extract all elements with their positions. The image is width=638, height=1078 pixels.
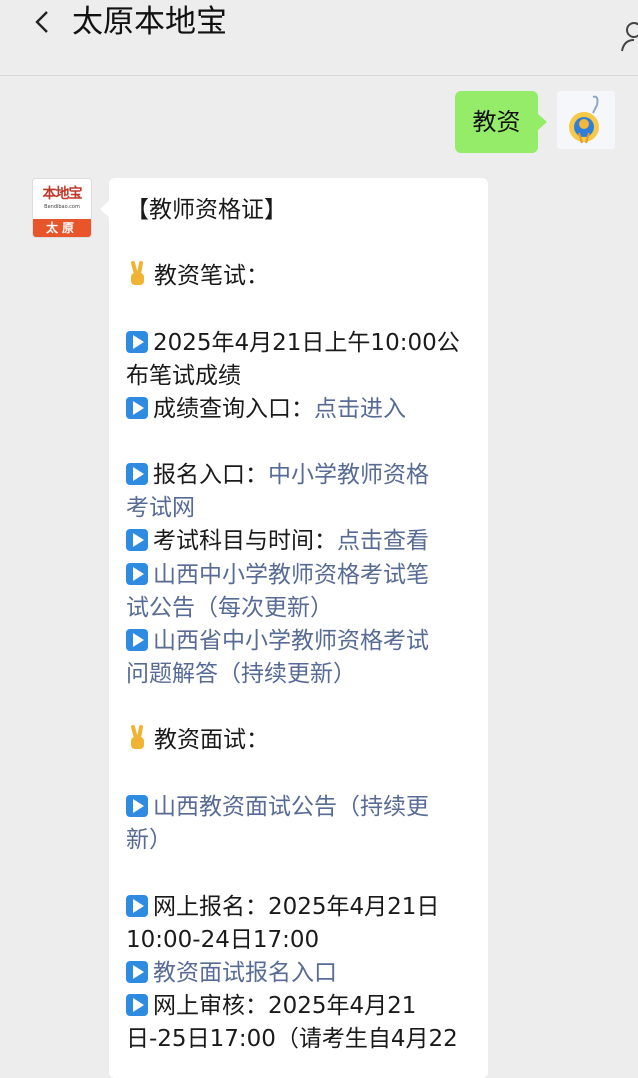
avatar-city: 太原 xyxy=(33,219,91,237)
play-icon xyxy=(126,994,148,1016)
written-exam-notice-link-wrap[interactable]: 试公告（每次更新） xyxy=(126,592,478,625)
item-text: 网上审核：2025年4月21 xyxy=(153,993,417,1019)
item-text: 考试科目与时间： xyxy=(153,528,337,554)
bird-avatar-icon xyxy=(569,95,599,144)
play-icon xyxy=(126,397,148,419)
play-icon xyxy=(126,961,148,983)
item-text-wrap: 10:00-24日17:00 xyxy=(126,927,320,953)
item-text: 报名入口： xyxy=(153,462,268,488)
user-avatar[interactable] xyxy=(557,91,615,149)
heading: 【教师资格证】 xyxy=(126,197,287,223)
interview-notice-link[interactable]: 山西教资面试公告（持续更 xyxy=(153,794,429,820)
written-exam-notice-link[interactable]: 山西中小学教师资格考试笔 xyxy=(153,562,429,588)
list-item: 网上报名：2025年4月21日 xyxy=(126,891,478,924)
back-arrow-icon[interactable] xyxy=(30,6,56,38)
score-query-link[interactable]: 点击进入 xyxy=(314,396,406,422)
interview-notice-link-wrap[interactable]: 新） xyxy=(126,824,478,857)
registration-link[interactable]: 中小学教师资格 xyxy=(268,462,429,488)
play-icon xyxy=(126,795,148,817)
faq-link[interactable]: 山西省中小学教师资格考试 xyxy=(153,628,429,654)
list-item: 教资面试报名入口 xyxy=(126,957,478,990)
play-icon xyxy=(126,463,148,485)
section-title-written: 教资笔试： xyxy=(126,260,478,293)
registration-link-wrap[interactable]: 考试网 xyxy=(126,492,478,525)
play-icon xyxy=(126,629,148,651)
list-item: 山西省中小学教师资格考试 xyxy=(126,625,478,658)
play-icon xyxy=(126,563,148,585)
interview-registration-link[interactable]: 教资面试报名入口 xyxy=(153,960,337,986)
section2-label: 教资面试： xyxy=(154,727,269,753)
incoming-message-bubble: 【教师资格证】 教资笔试： 2025年4月21日上午10:00公 布笔试成绩 成… xyxy=(100,178,488,1078)
list-item: 2025年4月21日上午10:00公 xyxy=(126,327,478,360)
outgoing-message-text: 教资 xyxy=(472,108,521,136)
play-icon xyxy=(126,895,148,917)
victory-hand-icon xyxy=(131,261,144,285)
list-item: 成绩查询入口：点击进入 xyxy=(126,393,478,426)
victory-hand-icon xyxy=(131,725,144,749)
exam-schedule-link[interactable]: 点击查看 xyxy=(337,528,429,554)
avatar-brand: 本地宝 xyxy=(42,186,83,202)
play-icon xyxy=(126,529,148,551)
list-item: 网上审核：2025年4月21 xyxy=(126,990,478,1023)
avatar-logo-top: 本地宝 Bendibao.com xyxy=(33,179,91,219)
list-item: 山西教资面试公告（持续更 xyxy=(126,791,478,824)
list-item: 考试科目与时间：点击查看 xyxy=(126,525,478,558)
list-item: 山西中小学教师资格考试笔 xyxy=(126,559,478,592)
faq-link-wrap[interactable]: 问题解答（持续更新） xyxy=(126,658,478,691)
section-title-interview: 教资面试： xyxy=(126,724,478,757)
section1-label: 教资笔试： xyxy=(154,263,269,289)
list-item: 报名入口：中小学教师资格 xyxy=(126,459,478,492)
item-text: 网上报名：2025年4月21日 xyxy=(153,894,440,920)
play-icon xyxy=(126,331,148,353)
bendibao-avatar[interactable]: 本地宝 Bendibao.com 太原 xyxy=(33,179,91,237)
item-text: 成绩查询入口： xyxy=(153,396,314,422)
avatar-domain: Bendibao.com xyxy=(44,204,80,210)
item-text: 2025年4月21日上午10:00公 xyxy=(153,330,460,356)
outgoing-message-bubble[interactable]: 教资 xyxy=(455,91,547,153)
item-text-wrap: 布笔试成绩 xyxy=(126,363,241,389)
item-text-wrap: 日-25日17:00（请考生自4月22 xyxy=(126,1026,458,1052)
chat-title: 太原本地宝 xyxy=(72,4,227,40)
top-bar: 太原本地宝 xyxy=(0,0,638,76)
profile-icon[interactable] xyxy=(620,14,638,52)
